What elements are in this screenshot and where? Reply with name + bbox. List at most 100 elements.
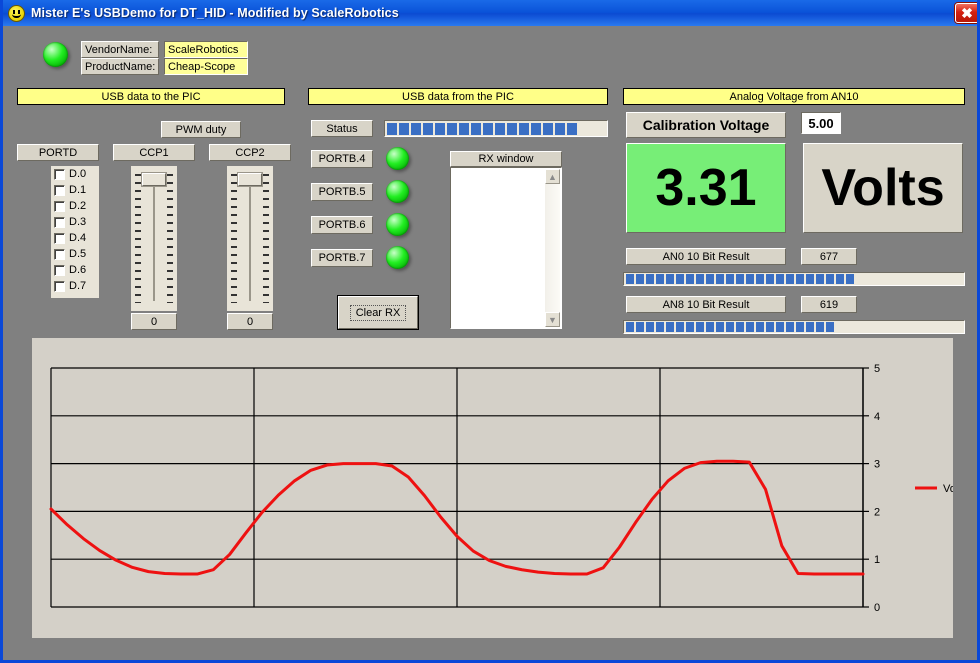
y-tick-label: 3 (874, 459, 880, 471)
portd-bit-5[interactable]: D.5 (51, 246, 99, 262)
ccp2-slider[interactable] (227, 166, 273, 311)
ccp1-slider-thumb[interactable] (142, 173, 166, 186)
checkbox-d2-label: D.2 (69, 200, 86, 212)
an8-progress-bar (623, 320, 965, 334)
progress-segment (567, 123, 577, 135)
scroll-up-icon[interactable]: ▲ (545, 169, 560, 184)
checkbox-d1[interactable] (54, 185, 65, 196)
progress-segment (916, 322, 924, 332)
progress-segment (686, 274, 694, 284)
progress-segment (626, 322, 634, 332)
progress-segment (806, 274, 814, 284)
progress-segment (816, 274, 824, 284)
checkbox-d3[interactable] (54, 217, 65, 228)
progress-segment (836, 274, 844, 284)
progress-segment (846, 322, 854, 332)
y-tick-label: 2 (874, 506, 880, 518)
an0-progress-bar (623, 272, 965, 286)
progress-segment (766, 274, 774, 284)
portd-bit-1[interactable]: D.1 (51, 182, 99, 198)
progress-segment (706, 274, 714, 284)
checkbox-d7[interactable] (54, 281, 65, 292)
progress-segment (399, 123, 409, 135)
ccp1-ticks-right (167, 174, 173, 303)
an8-result-label: AN8 10 Bit Result (626, 296, 786, 313)
progress-segment (646, 322, 654, 332)
ccp1-label: CCP1 (113, 144, 195, 161)
scroll-down-icon[interactable]: ▼ (545, 312, 560, 327)
progress-segment (906, 322, 914, 332)
portd-bit-4[interactable]: D.4 (51, 230, 99, 246)
progress-segment (856, 322, 864, 332)
rx-scrollbar[interactable]: ▲ ▼ (545, 169, 560, 327)
portd-bit-0[interactable]: D.0 (51, 166, 99, 182)
progress-segment (696, 274, 704, 284)
banner-analog-voltage: Analog Voltage from AN10 (623, 88, 965, 105)
checkbox-d5[interactable] (54, 249, 65, 260)
portb6-led (386, 213, 409, 236)
progress-segment (776, 322, 784, 332)
checkbox-d2[interactable] (54, 201, 65, 212)
progress-segment (716, 274, 724, 284)
portd-bit-6[interactable]: D.6 (51, 262, 99, 278)
rx-window-title: RX window (450, 151, 562, 167)
progress-segment (886, 274, 894, 284)
clear-rx-label: Clear RX (350, 305, 407, 321)
progress-segment (646, 274, 654, 284)
calibration-voltage-label: Calibration Voltage (626, 112, 786, 138)
close-icon[interactable]: ✖ (955, 3, 979, 23)
progress-segment (876, 322, 884, 332)
calibration-voltage-input[interactable]: 5.00 (801, 112, 841, 134)
portd-bit-2[interactable]: D.2 (51, 198, 99, 214)
progress-segment (876, 274, 884, 284)
y-tick-label: 4 (874, 411, 880, 423)
status-progress-bar (384, 120, 608, 137)
checkbox-d6[interactable] (54, 265, 65, 276)
progress-segment (447, 123, 457, 135)
checkbox-d0[interactable] (54, 169, 65, 180)
progress-segment (826, 322, 834, 332)
progress-segment (926, 274, 934, 284)
banner-usb-from-pic: USB data from the PIC (308, 88, 608, 105)
checkbox-d7-label: D.7 (69, 280, 86, 292)
clear-rx-button[interactable]: Clear RX (338, 296, 418, 329)
chart-legend: Volts (915, 483, 953, 495)
progress-segment (866, 274, 874, 284)
progress-segment (495, 123, 505, 135)
progress-segment (866, 322, 874, 332)
progress-segment (896, 322, 904, 332)
checkbox-d5-label: D.5 (69, 248, 86, 260)
ccp2-slider-track (249, 182, 251, 301)
ccp2-ticks-left (231, 174, 237, 303)
progress-segment (636, 274, 644, 284)
y-tick-label: 0 (874, 602, 880, 614)
progress-segment (471, 123, 481, 135)
ccp2-slider-thumb[interactable] (238, 173, 262, 186)
progress-segment (806, 322, 814, 332)
progress-segment (726, 322, 734, 332)
voltage-readout: 3.31 (626, 143, 786, 233)
ccp2-ticks-right (263, 174, 269, 303)
connection-led (43, 42, 68, 67)
progress-segment (916, 274, 924, 284)
application-window: Mister E's USBDemo for DT_HID - Modified… (0, 0, 980, 663)
progress-segment (507, 123, 517, 135)
product-name-value: Cheap-Scope (164, 58, 248, 75)
checkbox-d4[interactable] (54, 233, 65, 244)
portd-bit-3[interactable]: D.3 (51, 214, 99, 230)
progress-segment (519, 123, 529, 135)
progress-segment (543, 123, 553, 135)
progress-segment (756, 322, 764, 332)
progress-segment (836, 322, 844, 332)
progress-segment (796, 322, 804, 332)
voltage-chart-panel: 012345 Volts (32, 338, 953, 638)
portd-bit-7[interactable]: D.7 (51, 278, 99, 294)
progress-segment (926, 322, 934, 332)
progress-segment (906, 274, 914, 284)
ccp1-slider[interactable] (131, 166, 177, 311)
portb7-label: PORTB.7 (311, 249, 373, 267)
pwm-duty-label: PWM duty (161, 121, 241, 138)
progress-segment (686, 322, 694, 332)
progress-segment (716, 322, 724, 332)
rx-window[interactable]: ▲ ▼ (450, 167, 562, 329)
